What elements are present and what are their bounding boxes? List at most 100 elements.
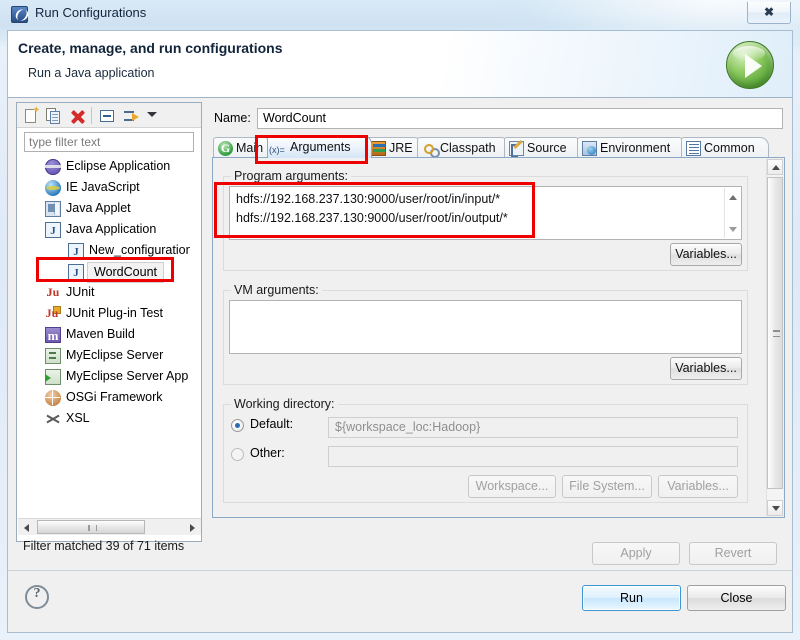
other-directory-field[interactable]	[328, 446, 738, 467]
configurations-tree[interactable]: Eclipse Application IE JavaScript Java App…	[18, 156, 190, 518]
tab-label: Common	[704, 141, 755, 155]
tab-arguments[interactable]: Arguments	[267, 135, 372, 161]
tab-label: JRE	[389, 141, 413, 155]
tab-environment[interactable]: Environment	[577, 137, 687, 158]
tree-item-junit[interactable]: JUnit	[18, 282, 190, 303]
close-button[interactable]: Close	[687, 585, 786, 611]
tree-item-junit-plug-in-test[interactable]: JUnit Plug-in Test	[18, 303, 190, 324]
workspace-button[interactable]: Workspace...	[468, 475, 556, 498]
vm-arguments-group: VM arguments: Variables...	[223, 283, 748, 385]
tab-main[interactable]: Main	[213, 137, 273, 158]
tab-label: Environment	[600, 141, 671, 155]
file-system-button[interactable]: File System...	[562, 475, 652, 498]
chevron-down-icon[interactable]	[147, 112, 157, 117]
java-applet-icon	[45, 201, 61, 217]
tree-item-java-application[interactable]: Java Application	[18, 219, 190, 242]
tree-item-label: New_configuration	[89, 243, 190, 257]
page-subtitle: Run a Java application	[28, 66, 155, 80]
arguments-panel-scrollbar[interactable]	[766, 159, 783, 516]
arguments-tab-icon	[269, 139, 290, 161]
tab-bar[interactable]: Main Arguments JRE Classpath Source Environme…	[212, 135, 785, 161]
ie-globe-icon	[45, 180, 61, 196]
program-arguments-line-1: hdfs://192.168.237.130:9000/user/root/in…	[236, 192, 501, 206]
revert-button[interactable]: Revert	[689, 542, 777, 565]
filter-input[interactable]: type filter text	[24, 132, 194, 152]
other-directory-label[interactable]: Other:	[250, 446, 285, 460]
run-button[interactable]: Run	[582, 585, 681, 611]
tree-item-xsl[interactable]: XSL	[18, 408, 190, 429]
other-directory-radio[interactable]	[231, 448, 244, 461]
working-directory-variables-button[interactable]: Variables...	[658, 475, 738, 498]
configurations-panel: ✦ type filter text Eclipse Application I…	[16, 102, 202, 553]
vm-arguments-textarea[interactable]	[229, 300, 742, 354]
name-input[interactable]: WordCount	[257, 108, 783, 129]
server-icon	[45, 348, 61, 364]
junit-plugin-icon	[45, 303, 61, 324]
scroll-thumb[interactable]	[37, 520, 145, 534]
junit-icon	[45, 282, 61, 303]
red-x-delete-icon[interactable]	[69, 107, 87, 125]
scroll-up-arrow[interactable]	[767, 159, 783, 175]
tab-common[interactable]: Common	[681, 137, 769, 158]
tree-horizontal-scrollbar[interactable]	[18, 518, 201, 535]
working-directory-group: Working directory: Default: ${workspace_…	[223, 397, 748, 503]
program-arguments-textarea[interactable]: hdfs://192.168.237.130:9000/user/root/in…	[229, 186, 742, 240]
program-arguments-scrollbar[interactable]	[724, 188, 740, 238]
tree-item-java-applet[interactable]: Java Applet	[18, 198, 190, 219]
default-directory-field[interactable]: ${workspace_loc:Hadoop}	[328, 417, 738, 438]
tree-item-wordcount[interactable]: WordCount	[18, 261, 190, 284]
classpath-tab-icon	[422, 141, 440, 158]
green-run-play-icon	[726, 41, 774, 89]
jre-tab-icon	[371, 141, 386, 156]
window-close-button[interactable]: ✖	[747, 2, 791, 24]
tree-item-myeclipse-server[interactable]: MyEclipse Server	[18, 345, 190, 366]
tree-item-label: MyEclipse Server	[66, 348, 164, 362]
scroll-left-arrow[interactable]	[18, 519, 35, 535]
tab-classpath[interactable]: Classpath	[417, 137, 510, 158]
vm-arguments-variables-button[interactable]: Variables...	[670, 357, 742, 380]
scroll-right-arrow[interactable]	[184, 519, 201, 535]
program-arguments-line-2: hdfs://192.168.237.130:9000/user/root/in…	[236, 211, 508, 225]
tree-item-maven-build[interactable]: Maven Build	[18, 324, 190, 346]
default-directory-label[interactable]: Default:	[250, 417, 293, 431]
tree-item-label: MyEclipse Server App	[66, 369, 189, 383]
title-bar: Run Configurations ✖	[0, 0, 800, 30]
program-arguments-group: Program arguments: hdfs://192.168.237.13…	[223, 169, 748, 271]
tab-jre[interactable]: JRE	[366, 137, 423, 158]
toolbar-separator	[91, 107, 92, 124]
tree-item-osgi-framework[interactable]: OSGi Framework	[18, 387, 190, 408]
duplicate-pages-icon[interactable]	[45, 107, 63, 125]
scroll-thumb[interactable]	[767, 177, 783, 489]
java-icon	[45, 221, 61, 242]
dialog-footer: Run Close	[7, 570, 793, 633]
scroll-up-arrow[interactable]	[725, 190, 740, 204]
tab-label: Main	[236, 141, 264, 155]
server-app-icon	[45, 369, 61, 385]
tree-item-label: Java Applet	[66, 201, 131, 215]
scroll-down-arrow[interactable]	[767, 500, 783, 516]
xsl-icon	[45, 411, 61, 427]
tree-item-ie-javascript[interactable]: IE JavaScript	[18, 177, 190, 198]
apply-revert-row: Apply Revert	[211, 542, 786, 568]
tree-item-label: JUnit	[66, 285, 95, 299]
collapse-all-icon[interactable]	[99, 107, 117, 125]
tree-item-eclipse-application[interactable]: Eclipse Application	[18, 156, 190, 177]
tab-source[interactable]: Source	[504, 137, 583, 158]
tree-item-new-configuration[interactable]: New_configuration	[18, 240, 190, 263]
tab-label: Classpath	[440, 141, 496, 155]
arguments-tab-panel: Program arguments: hdfs://192.168.237.13…	[212, 158, 785, 518]
program-arguments-label: Program arguments:	[231, 169, 351, 183]
tree-item-myeclipse-server-app[interactable]: MyEclipse Server App	[18, 366, 190, 387]
question-mark-help-icon[interactable]	[25, 585, 49, 609]
program-arguments-variables-button[interactable]: Variables...	[670, 243, 742, 266]
tree-item-label: IE JavaScript	[66, 180, 140, 194]
name-label: Name:	[214, 111, 251, 125]
default-directory-radio[interactable]	[231, 419, 244, 432]
osgi-icon	[45, 390, 61, 406]
working-directory-label: Working directory:	[231, 397, 338, 411]
apply-button[interactable]: Apply	[592, 542, 680, 565]
new-page-icon[interactable]: ✦	[23, 106, 41, 125]
filter-arrows-icon[interactable]	[123, 107, 141, 125]
scroll-down-arrow[interactable]	[725, 222, 740, 236]
tree-item-label: JUnit Plug-in Test	[66, 306, 164, 320]
